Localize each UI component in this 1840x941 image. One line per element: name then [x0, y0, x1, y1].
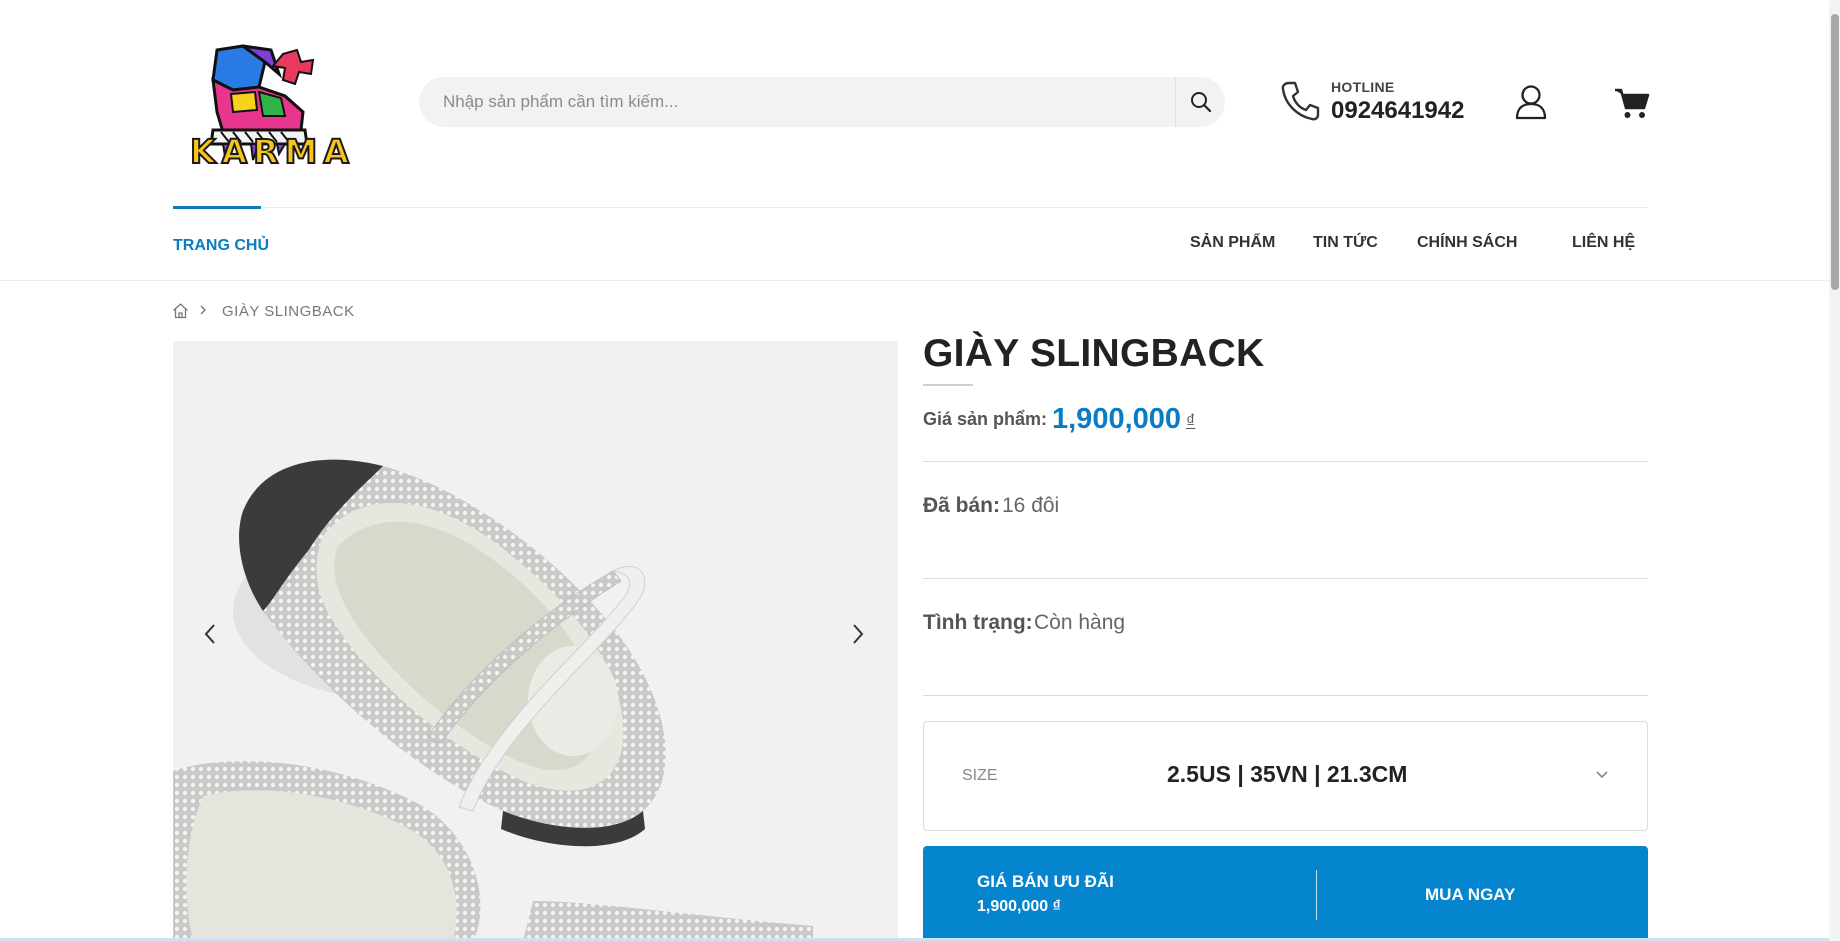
logo-text: KARMA [189, 131, 355, 172]
user-icon[interactable] [1514, 84, 1548, 120]
sold-value: 16 đôi [1002, 494, 1060, 517]
deal-price: 1,900,000 ₫ [977, 898, 1061, 915]
hotline-number[interactable]: 0924641942 [1331, 97, 1464, 125]
size-label: SIZE [962, 767, 998, 784]
arrow-right-icon [853, 624, 864, 644]
buy-now-label: MUA NGAY [1425, 885, 1516, 904]
nav-item-products[interactable]: SẢN PHẨM [1190, 234, 1275, 252]
divider [923, 461, 1648, 462]
divider [923, 695, 1648, 696]
nav-item-policy[interactable]: CHÍNH SÁCH [1417, 234, 1517, 252]
sold-label: Đã bán: [923, 494, 1001, 517]
page: KARMA HOTLINE 0924641942 TRANG CHỦ SẢN P… [0, 0, 1840, 941]
product-gallery [173, 341, 898, 941]
search-bar [419, 77, 1225, 127]
arrow-left-icon [204, 624, 215, 644]
price-value: 1,900,000 [1052, 403, 1182, 435]
search-input[interactable] [443, 77, 1133, 127]
nav-item-home[interactable]: TRANG CHỦ [173, 237, 269, 255]
phone-icon [1281, 81, 1320, 121]
deal-label: GIÁ BÁN ƯU ĐÃI [977, 872, 1114, 891]
product-image [173, 459, 813, 941]
buy-divider [1316, 870, 1317, 920]
nav-divider-bottom [0, 280, 1840, 281]
gallery-next-button[interactable] [843, 614, 873, 654]
breadcrumb-current: GIÀY SLINGBACK [222, 303, 355, 320]
vertical-scrollbar-thumb[interactable] [1831, 14, 1839, 290]
buy-now-button[interactable]: GIÁ BÁN ƯU ĐÃI 1,900,000 ₫ MUA NGAY [923, 846, 1648, 941]
nav-active-indicator [173, 206, 261, 209]
cart-icon[interactable] [1614, 86, 1650, 120]
chevron-down-icon [1596, 771, 1608, 779]
price-currency: ₫ [1186, 411, 1196, 431]
nav-divider-top [173, 207, 1648, 208]
divider [923, 578, 1648, 579]
status-value: Còn hàng [1034, 611, 1126, 634]
search-icon [1190, 92, 1211, 113]
chevron-right-icon [200, 305, 206, 315]
product-title: GIÀY SLINGBACK [923, 332, 1265, 375]
title-underline [923, 384, 973, 386]
size-value: 2.5US | 35VN | 21.3CM [1167, 761, 1408, 787]
search-button[interactable] [1175, 77, 1225, 127]
status-label: Tình trạng: [923, 611, 1033, 634]
nav-item-news[interactable]: TIN TỨC [1313, 234, 1378, 252]
hotline-label: HOTLINE [1331, 79, 1395, 95]
gallery-prev-button[interactable] [195, 614, 225, 654]
home-icon[interactable] [172, 302, 189, 319]
size-select[interactable]: SIZE 2.5US | 35VN | 21.3CM [923, 721, 1648, 831]
nav-item-contact[interactable]: LIÊN HỆ [1572, 234, 1635, 252]
price-label: Giá sản phẩm: [923, 409, 1048, 429]
